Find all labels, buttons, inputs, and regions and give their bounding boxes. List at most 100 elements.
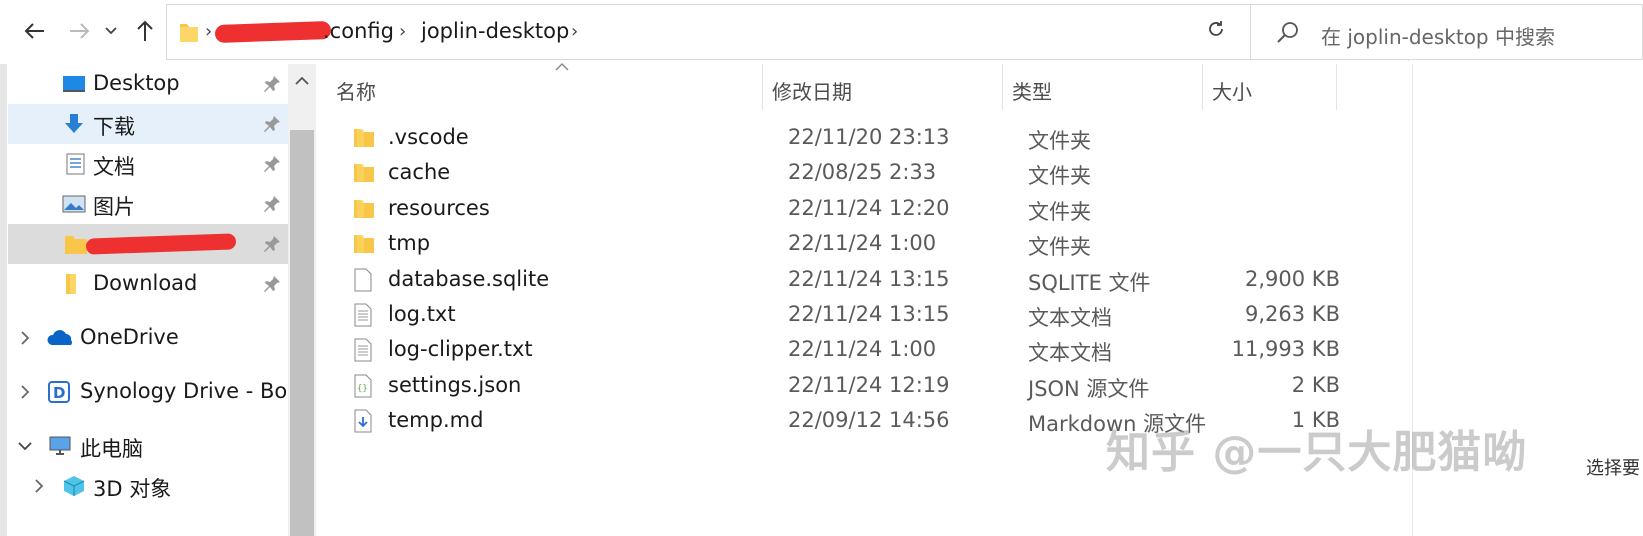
column-header-type[interactable]: 类型 <box>1012 76 1052 105</box>
column-header-name[interactable]: 名称 <box>336 76 376 105</box>
folder-icon <box>354 129 374 147</box>
chevron-right-icon[interactable] <box>18 384 32 400</box>
sidebar-item-download[interactable]: Download <box>8 264 288 304</box>
synology-drive-icon: D <box>48 381 70 403</box>
file-type: SQLITE 文件 <box>1028 270 1151 295</box>
text-file-icon <box>354 338 372 362</box>
file-name: resources <box>388 195 490 220</box>
scroll-up-button[interactable] <box>288 64 316 98</box>
table-row[interactable]: log-clipper.txt 22/11/24 1:00 文本文档 11,993 K… <box>316 332 1416 368</box>
table-row[interactable]: database.sqlite 22/11/24 13:15 SQLITE 文件 2,… <box>316 262 1416 298</box>
sidebar-item-onedrive[interactable]: OneDrive <box>0 318 288 358</box>
file-name: cache <box>388 160 451 185</box>
pin-icon[interactable] <box>262 154 282 174</box>
folder-icon <box>354 164 374 183</box>
download-arrow-icon <box>65 114 83 133</box>
sidebar-item-label: 此电脑 <box>80 437 143 461</box>
sidebar-item-redacted-folder[interactable] <box>8 224 288 264</box>
forward-button[interactable] <box>62 14 96 48</box>
file-date: 22/11/20 23:13 <box>788 125 950 149</box>
column-divider[interactable] <box>1336 64 1337 110</box>
markdown-file-icon <box>354 409 372 433</box>
recent-locations-button[interactable] <box>98 14 124 48</box>
table-row[interactable]: resources 22/11/24 12:20 文件夹 <box>316 191 1416 227</box>
file-date: 22/11/24 13:15 <box>788 266 950 291</box>
sidebar-item-label: 文档 <box>93 155 135 179</box>
sidebar-item-documents[interactable]: 文档 <box>8 144 288 184</box>
file-size: 2,900 KB <box>1245 266 1340 291</box>
watermark-text: 知乎 @一只大肥猫呦 <box>1106 427 1528 478</box>
column-divider[interactable] <box>1202 64 1203 110</box>
chevron-up-icon <box>295 76 309 85</box>
sidebar-item-3d-objects[interactable]: 3D 对象 <box>0 466 288 506</box>
text-file-icon <box>354 303 372 327</box>
sidebar-item-label: 3D 对象 <box>93 477 172 501</box>
pin-icon[interactable] <box>262 114 282 134</box>
sidebar-item-synology-drive[interactable]: D Synology Drive - Bor <box>0 372 288 412</box>
folder-icon <box>65 236 87 254</box>
sidebar-item-desktop[interactable]: Desktop <box>8 64 288 104</box>
redaction-mark <box>85 233 237 255</box>
breadcrumb-separator[interactable]: › <box>399 21 406 42</box>
file-name: log-clipper.txt <box>388 337 533 362</box>
file-date: 22/11/24 12:20 <box>788 195 950 220</box>
sidebar-item-this-pc[interactable]: 此电脑 <box>0 426 288 466</box>
back-button[interactable] <box>18 14 52 48</box>
file-name: database.sqlite <box>388 266 550 291</box>
search-placeholder: 在 joplin-desktop 中搜索 <box>1321 25 1555 49</box>
sort-ascending-icon <box>555 63 569 71</box>
sidebar-item-downloads[interactable]: 下载 <box>8 104 288 144</box>
pin-icon[interactable] <box>262 194 282 214</box>
search-input[interactable]: 在 joplin-desktop 中搜索 <box>1250 4 1643 60</box>
column-divider[interactable] <box>762 64 763 110</box>
up-button[interactable] <box>128 14 162 48</box>
window-edge <box>0 64 7 536</box>
pin-icon[interactable] <box>262 74 282 94</box>
pin-icon[interactable] <box>262 234 282 254</box>
column-header-size[interactable]: 大小 <box>1212 76 1252 105</box>
table-row[interactable]: log.txt 22/11/24 13:15 文本文档 9,263 KB <box>316 297 1416 333</box>
file-type: 文本文档 <box>1028 306 1112 330</box>
arrow-right-icon <box>70 23 90 39</box>
file-date: 22/09/12 14:56 <box>788 408 950 433</box>
file-date: 22/11/24 1:00 <box>788 337 937 362</box>
document-icon <box>66 153 85 175</box>
file-size: 9,263 KB <box>1245 302 1340 326</box>
breadcrumb[interactable]: › .config › joplin-desktop › <box>166 4 1409 61</box>
file-date: 22/11/24 1:00 <box>788 231 937 256</box>
file-name: .vscode <box>388 125 469 149</box>
table-row[interactable]: tmp 22/11/24 1:00 文件夹 <box>316 226 1416 262</box>
folder-icon <box>354 199 374 218</box>
file-date: 22/11/24 13:15 <box>788 302 950 326</box>
svg-text:D: D <box>53 384 65 402</box>
folder-icon <box>354 235 374 254</box>
breadcrumb-separator: › <box>205 21 213 42</box>
scrollbar-thumb[interactable] <box>290 130 314 536</box>
column-header-date[interactable]: 修改日期 <box>772 76 852 105</box>
sidebar-item-label: Download <box>93 271 198 295</box>
breadcrumb-separator[interactable]: › <box>571 21 578 42</box>
desktop-icon <box>63 76 85 92</box>
blank-file-icon <box>354 268 372 292</box>
breadcrumb-item-joplin-desktop[interactable]: joplin-desktop <box>421 19 569 43</box>
table-row[interactable]: cache 22/08/25 2:33 文件夹 <box>316 155 1416 191</box>
sidebar-item-label: Desktop <box>93 71 180 95</box>
chevron-right-icon[interactable] <box>18 330 32 346</box>
table-row[interactable]: {} settings.json 22/11/24 12:19 JSON 源文件 2 K… <box>316 368 1416 404</box>
file-type: JSON 源文件 <box>1028 376 1150 401</box>
status-text-partial: 选择要 <box>1586 458 1640 479</box>
sidebar-item-label: 下载 <box>93 115 135 139</box>
table-row[interactable]: .vscode 22/11/20 23:13 文件夹 <box>316 120 1416 156</box>
chevron-right-icon[interactable] <box>32 478 46 494</box>
sidebar-item-pictures[interactable]: 图片 <box>8 184 288 224</box>
file-size: 11,993 KB <box>1231 337 1340 362</box>
file-name: log.txt <box>388 302 456 326</box>
file-date: 22/11/24 12:19 <box>788 372 950 397</box>
chevron-down-icon[interactable] <box>18 438 32 454</box>
refresh-button[interactable] <box>1196 14 1236 44</box>
column-divider[interactable] <box>1002 64 1003 110</box>
pin-icon[interactable] <box>262 274 282 294</box>
arrow-up-icon <box>137 20 153 41</box>
sidebar-item-label: OneDrive <box>80 325 179 349</box>
breadcrumb-item-config[interactable]: .config <box>323 19 394 43</box>
